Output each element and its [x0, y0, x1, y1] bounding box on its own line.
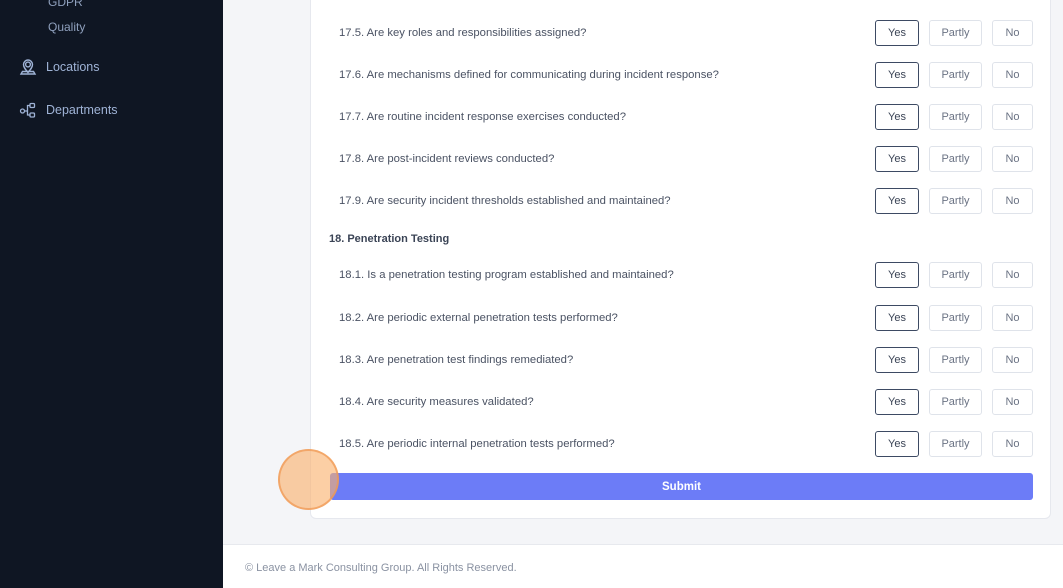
answer-partly-button[interactable]: Partly	[929, 347, 982, 373]
submit-button[interactable]: Submit	[330, 473, 1033, 500]
question-row: 17.7. Are routine incident response exer…	[339, 104, 1033, 130]
answer-yes-button[interactable]: Yes	[875, 347, 919, 373]
question-row: 18.2. Are periodic external penetration …	[339, 305, 1033, 331]
question-text: 17.9. Are security incident thresholds e…	[339, 195, 671, 207]
question-text: 17.6. Are mechanisms defined for communi…	[339, 69, 719, 81]
question-text: 17.8. Are post-incident reviews conducte…	[339, 153, 555, 165]
answer-options: Yes Partly No	[875, 262, 1033, 288]
section-title: 18. Penetration Testing	[329, 233, 450, 245]
question-row: 17.5. Are key roles and responsibilities…	[339, 20, 1033, 46]
answer-partly-button[interactable]: Partly	[929, 62, 982, 88]
hierarchy-icon	[19, 102, 36, 118]
footer: © Leave a Mark Consulting Group. All Rig…	[223, 544, 1063, 588]
questionnaire-card: 17.5. Are key roles and responsibilities…	[310, 0, 1051, 519]
question-row: 18.3. Are penetration test findings reme…	[339, 347, 1033, 373]
answer-options: Yes Partly No	[875, 146, 1033, 172]
sidebar-subitem-gdpr[interactable]: GDPR	[48, 0, 83, 9]
answer-yes-button[interactable]: Yes	[875, 20, 919, 46]
answer-options: Yes Partly No	[875, 431, 1033, 457]
answer-yes-button[interactable]: Yes	[875, 62, 919, 88]
question-row: 18.1. Is a penetration testing program e…	[339, 262, 1033, 288]
question-row: 18.5. Are periodic internal penetration …	[339, 431, 1033, 457]
answer-partly-button[interactable]: Partly	[929, 104, 982, 130]
main-content: 17.5. Are key roles and responsibilities…	[223, 0, 1063, 588]
answer-yes-button[interactable]: Yes	[875, 146, 919, 172]
answer-no-button[interactable]: No	[992, 431, 1033, 457]
question-text: 18.3. Are penetration test findings reme…	[339, 354, 574, 366]
answer-no-button[interactable]: No	[992, 262, 1033, 288]
answer-options: Yes Partly No	[875, 347, 1033, 373]
question-row: 17.6. Are mechanisms defined for communi…	[339, 62, 1033, 88]
sidebar: GDPR Quality Locations Departments	[0, 0, 223, 588]
sidebar-subitem-quality[interactable]: Quality	[48, 20, 85, 34]
question-text: 18.5. Are periodic internal penetration …	[339, 438, 615, 450]
question-text: 18.4. Are security measures validated?	[339, 396, 534, 408]
answer-yes-button[interactable]: Yes	[875, 389, 919, 415]
answer-partly-button[interactable]: Partly	[929, 188, 982, 214]
question-text: 17.5. Are key roles and responsibilities…	[339, 27, 587, 39]
footer-copyright: © Leave a Mark Consulting Group. All Rig…	[245, 562, 517, 574]
question-text: 18.2. Are periodic external penetration …	[339, 312, 618, 324]
answer-partly-button[interactable]: Partly	[929, 305, 982, 331]
sidebar-item-label: Departments	[46, 103, 118, 117]
sidebar-item-label: Locations	[46, 60, 100, 74]
answer-yes-button[interactable]: Yes	[875, 431, 919, 457]
question-text: 17.7. Are routine incident response exer…	[339, 111, 626, 123]
answer-yes-button[interactable]: Yes	[875, 104, 919, 130]
sidebar-item-locations[interactable]: Locations	[19, 57, 100, 77]
question-row: 18.4. Are security measures validated? Y…	[339, 389, 1033, 415]
answer-no-button[interactable]: No	[992, 305, 1033, 331]
question-row: 17.8. Are post-incident reviews conducte…	[339, 146, 1033, 172]
answer-no-button[interactable]: No	[992, 188, 1033, 214]
answer-no-button[interactable]: No	[992, 389, 1033, 415]
answer-options: Yes Partly No	[875, 305, 1033, 331]
answer-yes-button[interactable]: Yes	[875, 262, 919, 288]
answer-no-button[interactable]: No	[992, 347, 1033, 373]
answer-no-button[interactable]: No	[992, 104, 1033, 130]
answer-options: Yes Partly No	[875, 20, 1033, 46]
answer-partly-button[interactable]: Partly	[929, 431, 982, 457]
question-row: 17.9. Are security incident thresholds e…	[339, 188, 1033, 214]
answer-yes-button[interactable]: Yes	[875, 305, 919, 331]
answer-partly-button[interactable]: Partly	[929, 389, 982, 415]
location-pin-icon	[19, 59, 37, 75]
answer-no-button[interactable]: No	[992, 62, 1033, 88]
answer-partly-button[interactable]: Partly	[929, 262, 982, 288]
answer-options: Yes Partly No	[875, 104, 1033, 130]
sidebar-item-departments[interactable]: Departments	[19, 100, 118, 120]
answer-options: Yes Partly No	[875, 389, 1033, 415]
answer-no-button[interactable]: No	[992, 20, 1033, 46]
answer-options: Yes Partly No	[875, 188, 1033, 214]
answer-no-button[interactable]: No	[992, 146, 1033, 172]
answer-partly-button[interactable]: Partly	[929, 20, 982, 46]
answer-yes-button[interactable]: Yes	[875, 188, 919, 214]
question-text: 18.1. Is a penetration testing program e…	[339, 269, 674, 281]
answer-options: Yes Partly No	[875, 62, 1033, 88]
answer-partly-button[interactable]: Partly	[929, 146, 982, 172]
